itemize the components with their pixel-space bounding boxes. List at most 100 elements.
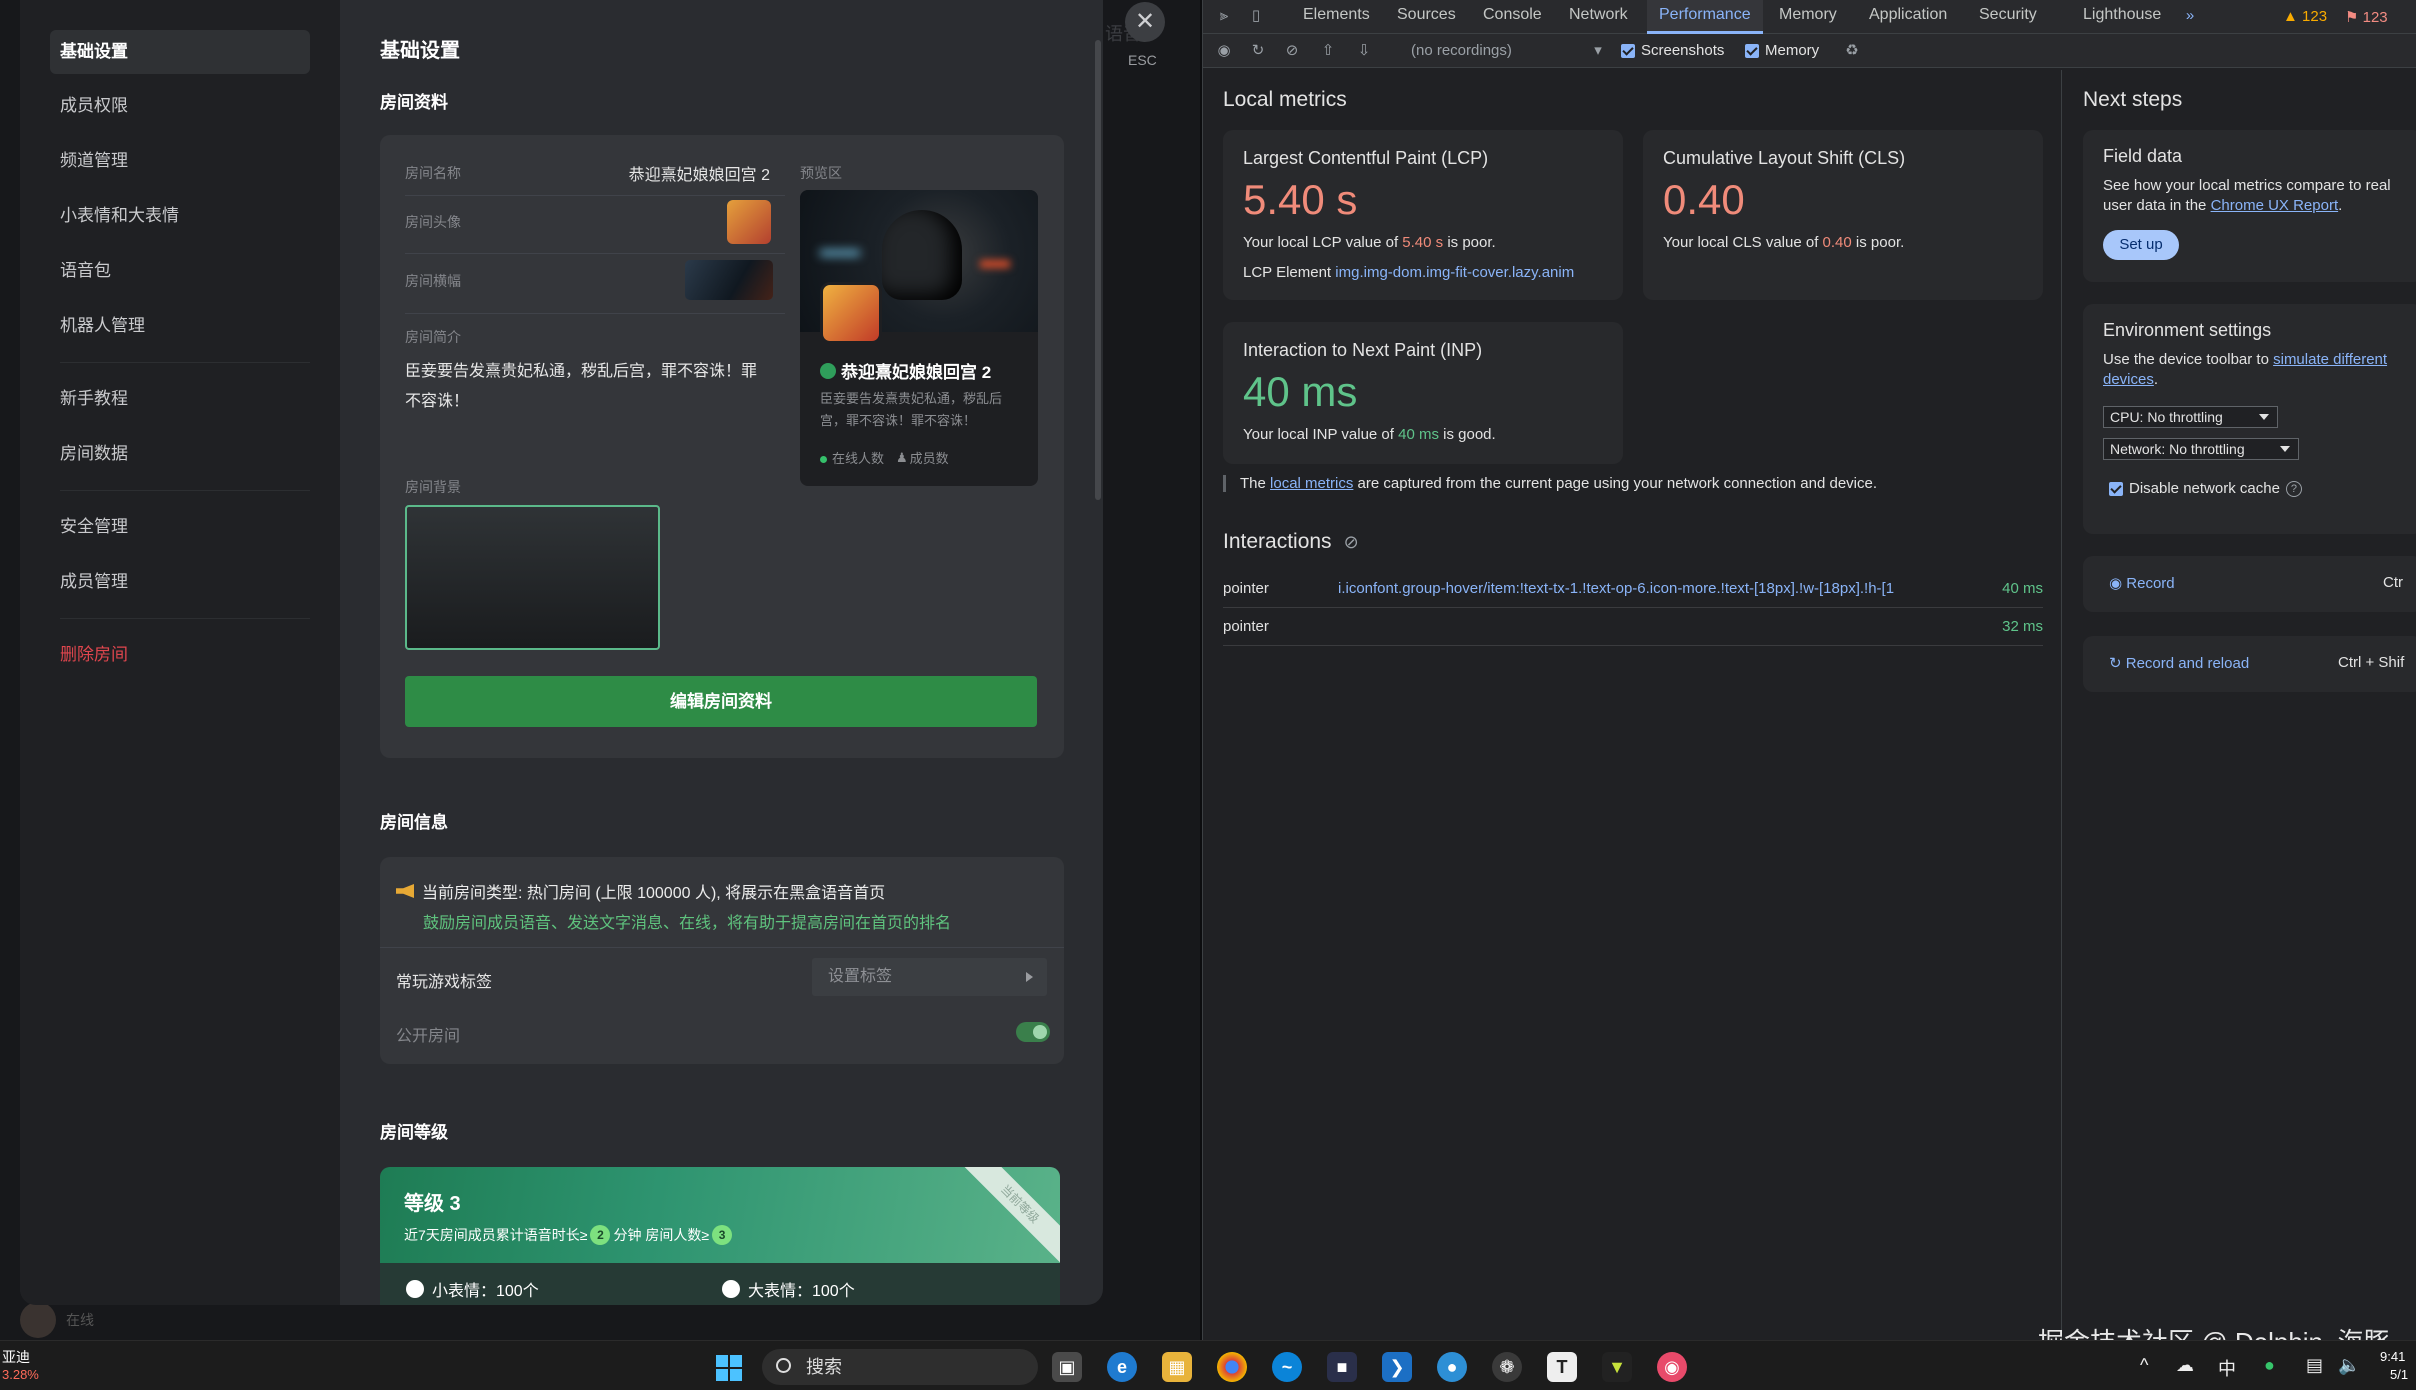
wechat-tray-icon[interactable]: ● (2264, 1355, 2275, 1376)
performance-toolbar: ◉ ↻ ⊘ ⇧ ⇩ (no recordings) ▾ Screenshots … (1203, 34, 2416, 68)
errors-count[interactable]: ⚑ 123 (2345, 8, 2388, 26)
screen-recorder-icon[interactable]: ◉ (1657, 1352, 1687, 1382)
sidebar-item-room-data[interactable]: 房间数据 (50, 432, 310, 476)
user-status-text: 在线 (66, 1312, 94, 1328)
edge-dev-icon[interactable]: ~ (1272, 1352, 1302, 1382)
tab-network[interactable]: Network (1569, 0, 1628, 34)
local-metrics-link[interactable]: local metrics (1270, 475, 1353, 492)
garbage-collect-icon[interactable]: ♻ (1843, 42, 1861, 60)
sidebar-item-emojis[interactable]: 小表情和大表情 (50, 194, 310, 238)
interaction-row[interactable]: pointer i.iconfont.group-hover/item:!tex… (1223, 570, 2043, 608)
inspect-element-icon[interactable]: ⫸ (1215, 7, 1233, 25)
record-action[interactable]: ◉ Record (2109, 574, 2175, 592)
task-view-icon[interactable]: ▣ (1052, 1352, 1082, 1382)
tab-console[interactable]: Console (1483, 0, 1542, 34)
input-method-label[interactable]: 中 (2218, 1355, 2236, 1381)
cpu-throttling-select[interactable]: CPU: No throttling (2103, 406, 2278, 428)
record-shortcut: Ctr (2383, 574, 2403, 591)
environment-settings-title: Environment settings (2103, 320, 2272, 340)
cls-value: 0.40 (1663, 176, 1745, 223)
content-scrollbar[interactable] (1095, 40, 1101, 500)
room-info-card: 当前房间类型: 热门房间 (上限 100000 人), 将展示在黑盒语音首页 鼓… (380, 857, 1064, 1064)
game-tag-select[interactable]: 设置标签 (812, 958, 1047, 996)
device-toolbar-icon[interactable]: ▯ (1247, 7, 1265, 25)
tab-lighthouse[interactable]: Lighthouse (2083, 0, 2161, 34)
edit-room-profile-button[interactable]: 编辑房间资料 (405, 676, 1037, 727)
tab-sources[interactable]: Sources (1397, 0, 1456, 34)
app-icon[interactable]: ▼ (1602, 1352, 1632, 1382)
environment-settings-text: Use the device toolbar to simulate diffe… (2103, 351, 2388, 388)
tab-security[interactable]: Security (1979, 0, 2037, 34)
sidebar-divider (60, 490, 310, 491)
network-throttling-select[interactable]: Network: No throttling (2103, 438, 2299, 460)
room-background-picker[interactable] (405, 505, 660, 650)
volume-icon[interactable]: 🔈 (2338, 1355, 2360, 1376)
clear-interactions-icon[interactable]: ⊘ (1344, 532, 1359, 553)
profile-card: 房间名称 恭迎熹妃娘娘回宫 2 房间头像 房间横幅 房间简介 臣妾要告发熹贵妃私… (380, 135, 1064, 758)
online-dot-icon (820, 456, 827, 463)
record-reload-card[interactable]: ↻ Record and reload Ctrl + Shif (2083, 636, 2416, 692)
tab-performance[interactable]: Performance (1647, 0, 1763, 34)
sidebar-item-tutorial[interactable]: 新手教程 (50, 377, 310, 421)
room-level-card: 当前等级 等级 3 近7天房间成员累计语音时长≥ 2 分钟 房间人数≥ 3 小表… (380, 1167, 1060, 1305)
reload-icon[interactable]: ↻ (1249, 42, 1267, 60)
perk-large-emoji: 大表情：100个 (722, 1277, 855, 1301)
help-icon[interactable]: ? (2285, 480, 2302, 497)
chevron-down-icon[interactable]: ▾ (1589, 42, 1607, 60)
interaction-selector-link[interactable]: i.iconfont.group-hover/item:!text-tx-1.!… (1338, 580, 1958, 597)
typora-icon[interactable]: T (1547, 1352, 1577, 1382)
stock-widget-change: 3.28% (2, 1367, 39, 1382)
chatgpt-icon[interactable]: ❁ (1492, 1352, 1522, 1382)
lcp-element-link[interactable]: img.img-dom.img-fit-cover.lazy.anim (1335, 264, 1574, 281)
chrome-ux-report-link[interactable]: Chrome UX Report (2211, 197, 2339, 214)
environment-settings-card: Environment settings Use the device tool… (2083, 304, 2416, 534)
sidebar-item-security[interactable]: 安全管理 (50, 505, 310, 549)
interaction-row[interactable]: pointer 32 ms (1223, 608, 2043, 646)
preview-area-label: 预览区 (800, 165, 842, 181)
taskbar-search[interactable]: 搜索 (762, 1349, 1038, 1385)
record-icon[interactable]: ◉ (1215, 42, 1233, 60)
screenshots-checkbox[interactable]: Screenshots (1621, 42, 1724, 59)
close-modal-button[interactable]: ✕ (1125, 2, 1165, 42)
more-tabs-icon[interactable]: » (2181, 7, 2199, 25)
tray-overflow-icon[interactable]: ^ (2140, 1355, 2148, 1376)
recordings-select[interactable]: (no recordings) (1411, 42, 1512, 59)
memory-checkbox[interactable]: Memory (1745, 42, 1819, 59)
clock-time[interactable]: 9:41 (2380, 1349, 2405, 1364)
sidebar-item-member-permissions[interactable]: 成员权限 (50, 84, 310, 128)
network-icon[interactable]: ▤ (2306, 1355, 2323, 1376)
sidebar-item-channel-management[interactable]: 频道管理 (50, 139, 310, 183)
row-divider (405, 253, 785, 254)
vscode-icon[interactable]: ❯ (1382, 1352, 1412, 1382)
sidebar-item-delete-room[interactable]: 删除房间 (50, 633, 310, 677)
upload-icon[interactable]: ⇧ (1319, 42, 1337, 60)
tab-application[interactable]: Application (1869, 0, 1947, 34)
row-divider (405, 313, 785, 314)
disable-cache-checkbox[interactable]: Disable network cache? (2109, 480, 2302, 497)
file-explorer-icon[interactable]: ▦ (1162, 1352, 1192, 1382)
download-icon[interactable]: ⇩ (1355, 42, 1373, 60)
sidebar-divider (60, 618, 310, 619)
app-icon[interactable]: ■ (1327, 1352, 1357, 1382)
sidebar-item-member-management[interactable]: 成员管理 (50, 560, 310, 604)
tab-memory[interactable]: Memory (1779, 0, 1837, 34)
sidebar-item-voice-pack[interactable]: 语音包 (50, 249, 310, 293)
app-icon[interactable]: ● (1437, 1352, 1467, 1382)
windows-start-icon[interactable] (716, 1355, 742, 1381)
sidebar-item-basic-settings[interactable]: 基础设置 (50, 30, 310, 74)
edge-browser-icon[interactable]: e (1107, 1352, 1137, 1382)
user-avatar[interactable] (20, 1302, 56, 1338)
stock-widget-name[interactable]: 亚迪 (2, 1347, 30, 1367)
clear-icon[interactable]: ⊘ (1283, 42, 1301, 60)
sidebar-item-bot-management[interactable]: 机器人管理 (50, 304, 310, 348)
warnings-count[interactable]: ▲ 123 (2283, 8, 2327, 25)
record-card[interactable]: ◉ Record Ctr (2083, 556, 2416, 612)
public-room-toggle[interactable] (1016, 1022, 1050, 1042)
chrome-icon[interactable] (1217, 1352, 1247, 1382)
onedrive-icon[interactable]: ☁ (2176, 1355, 2194, 1376)
tab-elements[interactable]: Elements (1303, 0, 1370, 34)
devtools-tab-bar: ⫸ ▯ Elements Sources Console Network Per… (1203, 0, 2416, 34)
clock-date[interactable]: 5/1 (2390, 1367, 2408, 1382)
setup-button[interactable]: Set up (2103, 230, 2179, 260)
record-reload-action[interactable]: ↻ Record and reload (2109, 654, 2249, 672)
